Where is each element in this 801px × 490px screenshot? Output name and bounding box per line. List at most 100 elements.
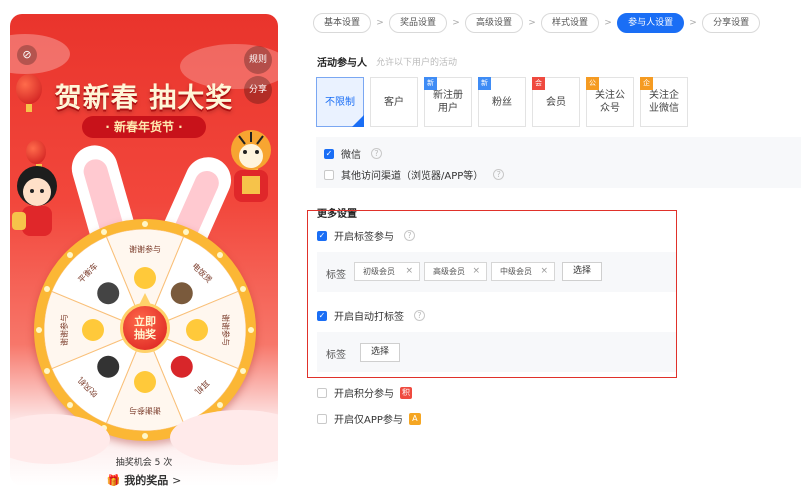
prize-item-icon — [170, 355, 193, 378]
wheel-prize-label: 谢谢参与 — [129, 406, 161, 416]
participant-option[interactable]: 客户 — [370, 77, 418, 127]
app-only-toggle[interactable]: 开启仅APP参与 A — [317, 411, 421, 426]
points-badge-icon: 积 — [400, 386, 412, 399]
participant-option-label: 粉丝 — [492, 96, 512, 108]
my-prizes-link[interactable]: 🎁 我的奖品 > — [10, 472, 278, 486]
preview-subhead: · 新春年货节 · — [82, 116, 206, 138]
step-tab[interactable]: 参与人设置 — [617, 13, 685, 33]
compass-icon[interactable]: ⊘ — [17, 45, 37, 65]
help-icon[interactable]: ? — [371, 148, 382, 159]
gift-icon: 🎁 — [106, 474, 121, 486]
sad-emoji-icon — [82, 319, 104, 341]
wheel-light-dot — [182, 229, 189, 236]
wheel-light-dot — [142, 433, 148, 439]
other-channel-checkbox[interactable] — [324, 169, 334, 180]
tag-chip-label: 初级会员 — [363, 267, 395, 276]
auto-pick-tag-button[interactable]: 选择 — [360, 343, 400, 362]
points-participation-toggle[interactable]: 开启积分参与 积 — [317, 385, 412, 400]
wheel-light-dot — [44, 367, 51, 374]
participant-option[interactable]: 新注册用户新 — [424, 77, 472, 127]
step-tab[interactable]: 分享设置 — [702, 13, 761, 33]
wechat-label: 微信 — [341, 150, 361, 161]
participant-option[interactable]: 会员会 — [532, 77, 580, 127]
step-tab[interactable]: 高级设置 — [465, 13, 524, 33]
participant-option[interactable]: 关注企业微信企 — [640, 77, 688, 127]
rules-button[interactable]: 规则 — [244, 46, 272, 74]
tiger-character-icon — [231, 130, 271, 202]
channel-wechat[interactable]: ✓ 微信 ? — [324, 146, 382, 161]
option-badge-icon: 新 — [424, 77, 437, 90]
lottery-wheel[interactable]: 谢谢参与 电饭煲 谢谢参与 耳机 谢谢参与 吹风机 谢谢参与 平衡车 立即 抽奖 — [34, 219, 256, 441]
tag-participation-toggle[interactable]: ✓ 开启标签参与 ? — [317, 228, 415, 243]
prize-item-icon — [170, 282, 193, 305]
app-badge-icon: A — [408, 412, 421, 425]
draw-now-button[interactable]: 立即 抽奖 — [120, 303, 170, 353]
participant-option[interactable]: 不限制 — [316, 77, 364, 127]
selected-corner-icon — [352, 115, 364, 127]
remove-tag-icon[interactable]: × — [540, 263, 548, 280]
auto-tag-checkbox[interactable]: ✓ — [317, 310, 327, 321]
step-tab[interactable]: 奖品设置 — [389, 13, 448, 33]
wheel-prize-label: 谢谢参与 — [59, 314, 69, 346]
step-tab[interactable]: 样式设置 — [541, 13, 600, 33]
step-navigation: 基本设置 > 奖品设置 > 高级设置 > 样式设置 > 参与人设置 > 分享设置 — [313, 12, 761, 34]
chevron-right-icon: > — [528, 18, 536, 28]
tag-chip-label: 中级会员 — [500, 267, 532, 276]
tag-chip: 高级会员 × — [424, 262, 487, 281]
participant-option-label: 新注册用户 — [433, 90, 463, 114]
participants-title: 活动参与人 — [317, 58, 367, 69]
wechat-checkbox[interactable]: ✓ — [324, 148, 334, 159]
tag-field-label: 标签 — [326, 270, 346, 281]
help-icon[interactable]: ? — [493, 169, 505, 180]
option-badge-icon: 企 — [640, 77, 653, 90]
auto-tag-toggle[interactable]: ✓ 开启自动打标签 ? — [317, 308, 425, 323]
lantern-icon — [26, 140, 46, 172]
wheel-light-dot — [44, 286, 51, 293]
other-channel-label: 其他访问渠道（浏览器/APP等） — [341, 171, 484, 182]
step-tab[interactable]: 基本设置 — [313, 13, 372, 33]
wheel-light-dot — [101, 229, 108, 236]
sad-emoji-icon — [186, 319, 208, 341]
help-icon[interactable]: ? — [404, 230, 415, 241]
wheel-light-dot — [36, 327, 42, 333]
chevron-right-icon: > — [689, 18, 697, 28]
participants-hint: 允许以下用户的活动 — [376, 58, 458, 68]
participant-option-label: 客户 — [384, 96, 404, 108]
auto-tag-field-label: 标签 — [326, 350, 346, 361]
wheel-light-dot — [67, 252, 74, 259]
help-icon[interactable]: ? — [414, 310, 425, 321]
chevron-right-icon: > — [452, 18, 460, 28]
participant-option[interactable]: 关注公众号公 — [586, 77, 634, 127]
participant-option-label: 会员 — [546, 96, 566, 108]
wheel-light-dot — [248, 327, 254, 333]
app-only-label: 开启仅APP参与 — [334, 415, 403, 426]
auto-tag-label: 开启自动打标签 — [334, 312, 404, 323]
wheel-prize-label: 谢谢参与 — [129, 244, 161, 254]
wheel-prize-label: 谢谢参与 — [221, 314, 231, 346]
girl-character-icon — [12, 166, 57, 236]
sad-emoji-icon — [134, 371, 156, 393]
activity-preview: ⊘ 规则 分享 贺新春 抽大奖 · 新春年货节 · 谢谢参与 电饭煲 谢谢参与 耳机谢… — [10, 14, 278, 486]
prize-item-icon — [97, 282, 120, 305]
sad-emoji-icon — [134, 267, 156, 289]
participant-option-label: 不限制 — [325, 96, 355, 108]
tag-participation-checkbox[interactable]: ✓ — [317, 230, 327, 241]
channel-other[interactable]: 其他访问渠道（浏览器/APP等） ? — [324, 167, 505, 182]
remove-tag-icon[interactable]: × — [472, 263, 480, 280]
app-only-checkbox[interactable] — [317, 413, 327, 424]
chevron-right-icon: > — [604, 18, 612, 28]
chevron-right-icon: > — [376, 18, 384, 28]
pick-tag-button[interactable]: 选择 — [562, 262, 602, 281]
tag-chip-label: 高级会员 — [433, 267, 465, 276]
remove-tag-icon[interactable]: × — [405, 263, 413, 280]
draw-now-line1: 立即 — [134, 315, 156, 328]
wheel-light-dot — [142, 221, 148, 227]
option-badge-icon: 公 — [586, 77, 599, 90]
option-badge-icon: 新 — [478, 77, 491, 90]
prize-item-icon — [97, 355, 120, 378]
wheel-light-dot — [239, 286, 246, 293]
tag-chip: 中级会员 × — [491, 262, 555, 281]
participant-option[interactable]: 粉丝新 — [478, 77, 526, 127]
wheel-light-dot — [239, 367, 246, 374]
points-checkbox[interactable] — [317, 387, 327, 398]
